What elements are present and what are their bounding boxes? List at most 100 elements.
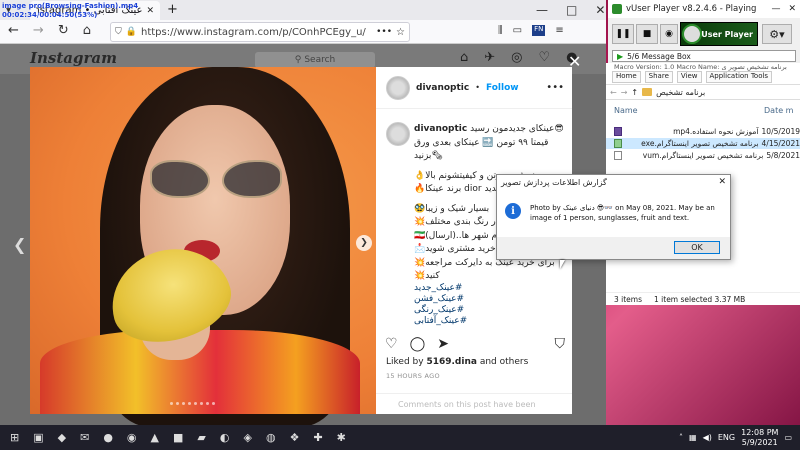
instagram-logo[interactable]: Instagram (30, 49, 117, 67)
message-box-close-icon[interactable]: ✕ (718, 177, 726, 187)
home-icon[interactable]: ⌂ (83, 24, 91, 37)
tray-chevron-icon[interactable]: ˄ (679, 433, 683, 442)
sidebar-icon[interactable]: ▭ (513, 25, 522, 36)
file-explorer-icon[interactable]: ▰ (197, 431, 205, 444)
file-row[interactable]: آموزش نحوه استفاده.mp4 10/5/2019 (606, 126, 800, 137)
caption-username[interactable]: divanoptic (414, 124, 467, 134)
start-icon[interactable]: ⊞ (10, 431, 19, 444)
column-date[interactable]: Date m (764, 106, 793, 120)
firefox-icon[interactable]: ◍ (266, 431, 276, 444)
pause-button[interactable]: ❚❚ (612, 24, 634, 44)
close-window-icon[interactable]: ✕ (595, 3, 605, 17)
pause-icon: ❚❚ (615, 29, 631, 39)
file-date: 4/15/2021 (761, 139, 800, 148)
taskbar-app-icon[interactable]: ◈ (243, 431, 251, 444)
page-actions-icon[interactable]: ••• (376, 27, 392, 37)
taskbar-app-icon[interactable]: ❖ (290, 431, 300, 444)
comment-icon[interactable]: ◯ (410, 336, 426, 352)
vuser-taskbar-icon[interactable]: ✱ (337, 431, 346, 444)
caption-line-0: divanoptic عینکای جدیدمون رسید😎 (414, 123, 572, 137)
like-icon[interactable]: ♡ (385, 336, 398, 352)
caption-line-1: قیمتا ۹۹ تومن 🔜 عینکای بعدی ورق (414, 137, 549, 148)
instagram-search-input[interactable]: ⚲ Search (255, 52, 375, 68)
taskbar-app-icon[interactable]: ✉ (80, 431, 89, 444)
shield-icon[interactable]: ⛉ (115, 27, 122, 37)
exe-file-icon (614, 139, 622, 148)
language-indicator[interactable]: ENG (718, 433, 735, 442)
ribbon-tab-app-tools[interactable]: Application Tools (705, 71, 773, 83)
stop-icon: ■ (642, 29, 652, 39)
extension-icon[interactable]: FN (532, 25, 546, 36)
file-date: 5/8/2021 (766, 151, 800, 160)
vuser-minimize-icon[interactable]: — (771, 4, 780, 14)
direct-icon[interactable]: ✈ (484, 50, 495, 65)
vuser-status-bar: ▶ 5/6 Message Box (612, 50, 796, 62)
follow-button[interactable]: Follow (486, 83, 519, 93)
save-icon[interactable]: ⛉ (555, 336, 566, 352)
ribbon-tab-share[interactable]: Share (644, 71, 673, 83)
caption-avatar[interactable] (386, 122, 410, 146)
new-tab-icon[interactable]: + (167, 2, 178, 17)
heart-icon[interactable]: ♡ (539, 50, 551, 65)
taskbar-app-icon[interactable]: ■ (173, 431, 183, 444)
url-bar[interactable]: ⛉ 🔒 https://www.instagram.com/p/COnhPCEg… (110, 22, 410, 42)
hashtag[interactable]: #عینک_آفتابی (414, 316, 494, 327)
message-box-title: گزارش اطلاعات پردازش تصویر (501, 177, 607, 187)
column-name[interactable]: Name (614, 106, 764, 120)
home-nav-icon[interactable]: ⌂ (460, 50, 468, 65)
tab-close-icon[interactable]: ✕ (146, 6, 154, 16)
back-icon[interactable]: ← (610, 88, 617, 97)
stop-button[interactable]: ■ (636, 24, 658, 44)
avatar[interactable] (386, 75, 410, 100)
explore-icon[interactable]: ◎ (511, 50, 522, 65)
ribbon-tab-home[interactable]: Home (612, 71, 641, 83)
clock[interactable]: 12:08 PM 5/9/2021 (741, 428, 778, 448)
likes-user[interactable]: ‏5169.dina (426, 357, 477, 367)
ok-button[interactable]: OK (674, 241, 720, 254)
menu-icon[interactable]: ≡ (555, 25, 563, 36)
library-icon[interactable]: ⫼ (498, 25, 503, 36)
likes-suffix[interactable]: and others (480, 357, 528, 367)
forward-icon[interactable]: → (621, 88, 628, 97)
dot-separator: • (475, 83, 480, 92)
back-arrow-icon[interactable]: ← (8, 24, 19, 37)
hashtag[interactable]: #عینک_فشن (414, 294, 494, 305)
vuser-logo-text: vUser Player (696, 29, 753, 39)
taskbar-app-icon[interactable]: ▲ (151, 431, 159, 444)
vuser-title-bar: vUser Player v8.2.4.6 - Playing — ✕ (608, 0, 800, 18)
minimize-icon[interactable]: — (536, 3, 548, 17)
forward-arrow-icon[interactable]: → (33, 24, 44, 37)
taskbar-app-icon[interactable]: ◐ (220, 431, 230, 444)
maximize-icon[interactable]: □ (566, 3, 577, 17)
ribbon-tab-view[interactable]: View (676, 71, 702, 83)
notifications-icon[interactable]: ▭ (784, 433, 792, 442)
network-icon[interactable]: ▦ (689, 433, 697, 442)
share-icon[interactable]: ➤ (437, 336, 449, 352)
volume-icon[interactable]: ◀) (703, 433, 712, 442)
post-timestamp[interactable]: 15 HOURS AGO (386, 372, 440, 380)
taskbar-app-icon[interactable]: ● (103, 431, 113, 444)
camera-icon: ◉ (665, 29, 673, 39)
more-options-icon[interactable]: ••• (546, 82, 564, 93)
taskbar-app-icon[interactable]: ✚ (313, 431, 322, 444)
reload-icon[interactable]: ↻ (58, 24, 69, 37)
explorer-status-bar: 3 items 1 item selected 3.37 MB (606, 292, 800, 305)
lock-icon[interactable]: 🔒 (126, 27, 137, 37)
task-view-icon[interactable]: ▣ (33, 431, 43, 444)
hashtag[interactable]: #عینک_رنگی (414, 305, 494, 316)
hashtag[interactable]: #عینک_جدید (414, 283, 494, 294)
bookmark-star-icon[interactable]: ☆ (396, 27, 405, 38)
next-image-icon[interactable]: ❯ (356, 235, 372, 251)
settings-button[interactable]: ⚙▾ (762, 24, 792, 44)
taskbar-app-icon[interactable]: ◉ (127, 431, 137, 444)
breadcrumb[interactable]: برنامه تشخیص (656, 88, 705, 97)
up-icon[interactable]: ↑ (631, 88, 638, 97)
prev-post-icon[interactable]: ❮ (13, 235, 26, 254)
explorer-address-bar[interactable]: ← → ↑ برنامه تشخیص (606, 84, 800, 100)
file-row[interactable]: برنامه تشخیص تصویر اینستاگرام.vum 5/8/20… (606, 150, 800, 161)
taskbar-app-icon[interactable]: ◆ (58, 431, 66, 444)
post-username[interactable]: divanoptic (416, 83, 469, 93)
file-row[interactable]: برنامه تشخیص تصویر اینستاگرام.exe 4/15/2… (606, 138, 800, 149)
capture-button[interactable]: ◉ (660, 24, 678, 44)
vuser-close-icon[interactable]: ✕ (788, 4, 796, 14)
